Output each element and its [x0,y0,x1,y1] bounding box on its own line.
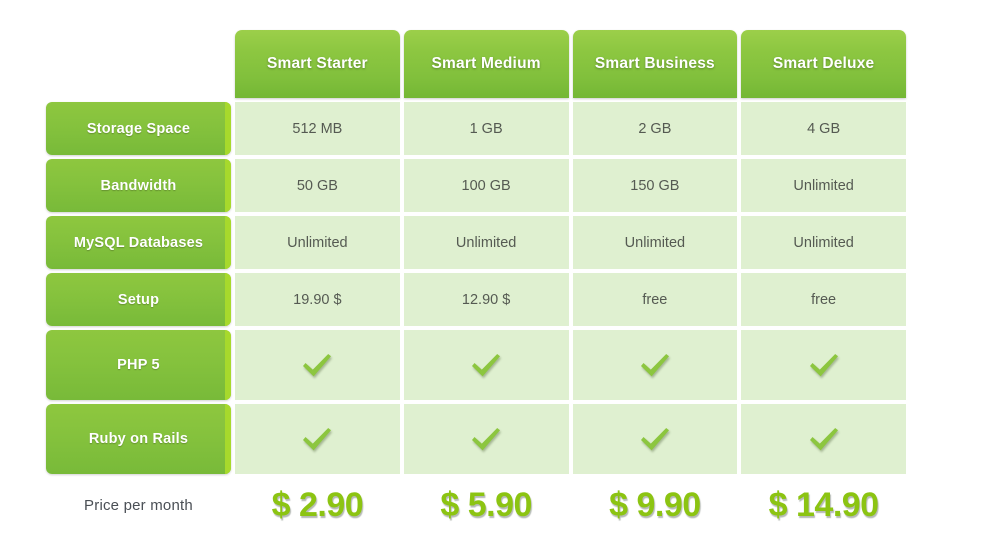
feature-value: Unlimited [455,234,517,251]
feature-value-cell: 512 MB [235,102,400,155]
feature-value: Unlimited [793,177,854,194]
price-value: $ 2.90 [271,485,364,524]
feature-value: 12.90 $ [461,291,511,308]
feature-value-cell [403,404,569,474]
feature-value: 100 GB [461,177,511,194]
feature-value-cell: 50 GB [235,159,400,212]
feature-value-cell [235,404,400,474]
price-row-label-cell: Price per month [46,480,231,530]
price-value-smart-business: $ 9.90 [573,480,738,530]
feature-value: 19.90 $ [293,291,342,308]
feature-value-cell [572,404,738,474]
feature-row-mysql-databases: MySQL Databases Unlimited Unlimited Unli… [46,216,906,269]
feature-value-cell: Unlimited [403,216,569,269]
feature-value-cell: 100 GB [403,159,569,212]
feature-row-ruby-on-rails: Ruby on Rails [46,404,906,474]
plan-header-smart-medium[interactable]: Smart Medium [403,30,569,98]
price-value: $ 14.90 [768,485,879,524]
feature-label: MySQL Databases [73,234,204,251]
check-icon [472,428,501,451]
price-value-smart-deluxe: $ 14.90 [741,480,906,530]
feature-value: 4 GB [807,120,841,137]
check-icon [809,428,838,451]
feature-value-cell: Unlimited [741,159,906,212]
feature-value-cell: free [741,273,906,326]
feature-value-cell: 12.90 $ [403,273,569,326]
feature-value-cell: Unlimited [572,216,738,269]
check-icon [640,428,669,451]
feature-label: PHP 5 [117,357,160,373]
feature-value-cell: Unlimited [235,216,400,269]
price-value: $ 9.90 [609,485,701,524]
feature-row-setup: Setup 19.90 $ 12.90 $ free free [46,273,906,326]
table-corner-cell [46,30,231,98]
feature-row-bandwidth: Bandwidth 50 GB 100 GB 150 GB Unlimited [46,159,906,212]
check-icon [809,354,838,377]
feature-label: Ruby on Rails [88,431,189,447]
feature-label: Setup [117,291,160,308]
feature-label-cell: Ruby on Rails [46,404,231,474]
plan-name: Smart Business [594,55,715,72]
price-value-smart-starter: $ 2.90 [235,480,400,530]
price-value-smart-medium: $ 5.90 [404,480,569,530]
feature-label-cell: MySQL Databases [46,216,231,269]
feature-value-cell [741,404,906,474]
price-value: $ 5.90 [440,485,532,524]
feature-label: Bandwidth [100,177,177,194]
feature-value-cell: free [572,273,738,326]
feature-value: Unlimited [624,234,686,251]
feature-value: Unlimited [793,234,854,251]
plan-name: Smart Deluxe [772,55,875,72]
feature-label: Storage Space [86,120,191,137]
feature-label-cell: PHP 5 [46,330,231,400]
feature-row-storage-space: Storage Space 512 MB 1 GB 2 GB 4 GB [46,102,906,155]
plan-header-smart-starter[interactable]: Smart Starter [235,30,400,98]
table-header-row: Smart Starter Smart Medium Smart Busines… [46,30,906,98]
feature-value: 512 MB [292,120,343,137]
feature-value: 2 GB [638,120,672,137]
check-icon [472,354,501,377]
check-icon [303,354,332,377]
plan-header-smart-business[interactable]: Smart Business [572,30,738,98]
feature-row-php-5: PHP 5 [46,330,906,400]
feature-value-cell: Unlimited [741,216,906,269]
feature-label-cell: Storage Space [46,102,231,155]
plan-name: Smart Starter [266,55,368,72]
feature-value-cell [741,330,906,400]
feature-value: free [642,291,668,308]
feature-value: 50 GB [296,177,338,194]
feature-value: free [811,291,837,308]
feature-value-cell: 4 GB [741,102,906,155]
feature-value: 1 GB [469,120,503,137]
plan-name: Smart Medium [431,55,541,72]
pricing-table: Smart Starter Smart Medium Smart Busines… [46,30,906,530]
feature-label-cell: Bandwidth [46,159,231,212]
check-icon [303,428,332,451]
feature-value-cell: 1 GB [403,102,569,155]
plan-header-smart-deluxe[interactable]: Smart Deluxe [741,30,906,98]
feature-value-cell [235,330,400,400]
price-row-label: Price per month [84,496,193,514]
feature-value-cell [403,330,569,400]
feature-value-cell: 19.90 $ [235,273,400,326]
feature-value-cell [572,330,738,400]
feature-value: 150 GB [630,177,680,194]
feature-value: Unlimited [287,234,348,251]
feature-value-cell: 2 GB [572,102,738,155]
check-icon [640,354,669,377]
feature-label-cell: Setup [46,273,231,326]
price-row: Price per month $ 2.90 $ 5.90 $ 9.90 $ 1… [46,480,906,530]
feature-value-cell: 150 GB [572,159,738,212]
